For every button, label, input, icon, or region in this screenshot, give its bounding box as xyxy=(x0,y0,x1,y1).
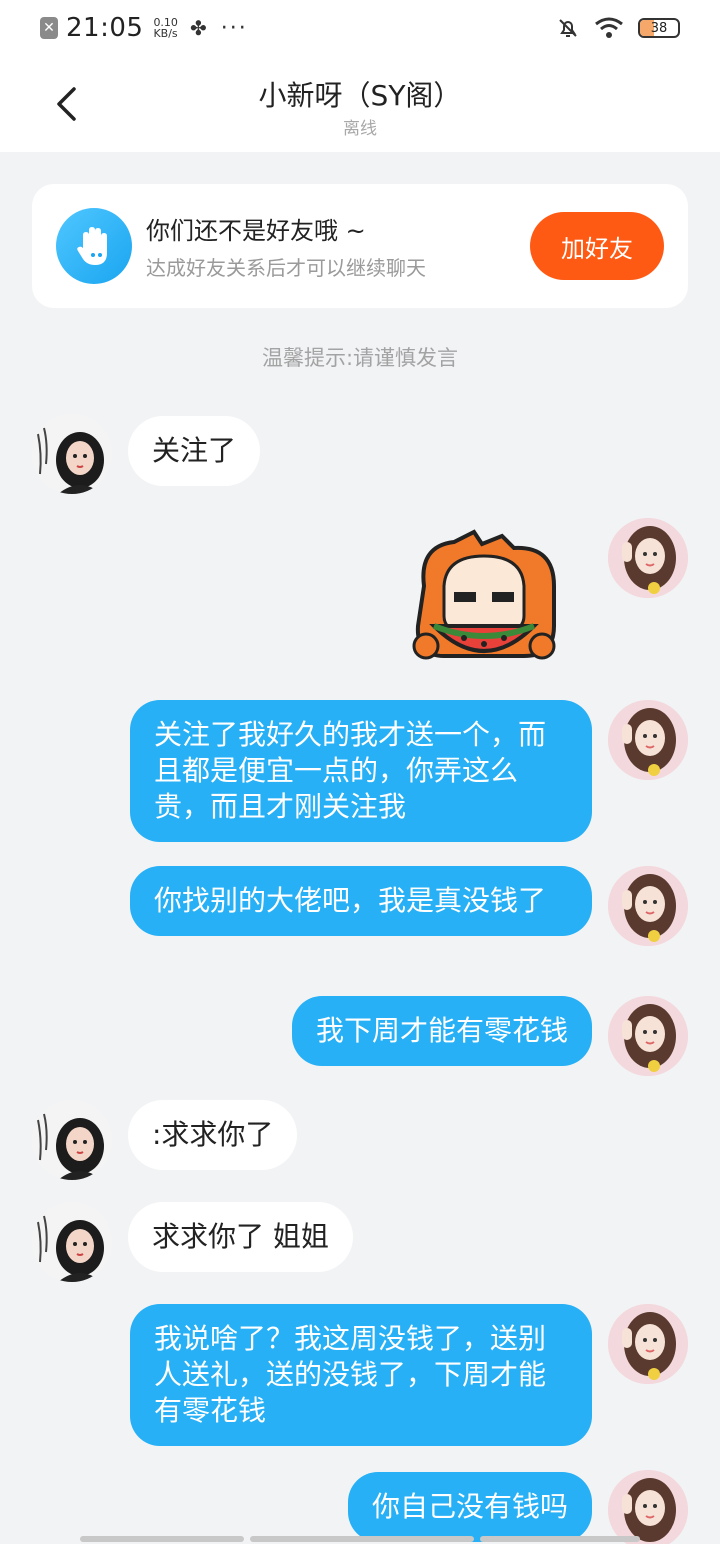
fan-icon: ✤ xyxy=(189,16,207,40)
message-bubble[interactable]: 你自己没有钱吗 xyxy=(347,1472,592,1542)
message-bubble[interactable]: 你找别的大佬吧，我是真没钱了 xyxy=(130,866,592,936)
status-bar: ✕ 21:05 0.10 KB/s ✤ ··· 38 xyxy=(0,0,720,56)
mute-bell-icon xyxy=(559,19,577,37)
avatar[interactable] xyxy=(608,866,688,946)
wifi-icon xyxy=(595,17,623,38)
chat-title: 小新呀（SY阁） xyxy=(258,79,462,112)
friend-notice-card: 你们还不是好友哦 ~ 达成好友关系后才可以继续聊天 加好友 xyxy=(32,184,688,308)
message-bubble[interactable]: 关注了我好久的我才送一个，而且都是便宜一点的，你弄这么贵，而且才刚关注我 xyxy=(130,700,592,842)
net-speed-unit: KB/s xyxy=(153,27,178,40)
watermelon-sticker[interactable] xyxy=(404,526,564,672)
avatar[interactable] xyxy=(608,996,688,1076)
battery-icon: 38 xyxy=(638,18,680,38)
notice-subtitle: 达成好友关系后才可以继续聊天 xyxy=(146,256,426,280)
hand-wave-icon xyxy=(56,208,132,284)
avatar[interactable] xyxy=(608,518,688,598)
bottom-bar-indicator xyxy=(80,1536,640,1542)
message-bubble[interactable]: :求求你了 xyxy=(128,1100,298,1170)
online-status: 离线 xyxy=(343,119,377,139)
message-bubble[interactable]: 关注了 xyxy=(128,416,261,486)
sim-x-icon: ✕ xyxy=(40,17,58,39)
message-bubble[interactable]: 我说啥了？我这周没钱了，送别人送礼，送的没钱了，下周才能有零花钱 xyxy=(130,1304,592,1446)
avatar[interactable] xyxy=(608,700,688,780)
avatar[interactable] xyxy=(32,414,112,494)
avatar[interactable] xyxy=(32,1202,112,1282)
chat-header: 小新呀（SY阁） 离线 xyxy=(0,56,720,152)
message-bubble[interactable]: 求求你了 姐姐 xyxy=(128,1202,353,1272)
warm-tip: 温馨提示:请谨慎发言 xyxy=(261,346,459,370)
avatar[interactable] xyxy=(608,1470,688,1544)
net-speed: 0.10 KB/s xyxy=(153,17,178,39)
avatar[interactable] xyxy=(608,1304,688,1384)
battery-level: 38 xyxy=(650,20,668,36)
notice-title: 你们还不是好友哦 ~ xyxy=(146,217,366,245)
status-time: 21:05 xyxy=(66,13,144,43)
message-bubble[interactable]: 我下周才能有零花钱 xyxy=(291,996,592,1066)
more-dots-icon: ··· xyxy=(220,15,248,41)
add-friend-button[interactable]: 加好友 xyxy=(530,212,664,280)
avatar[interactable] xyxy=(32,1100,112,1180)
